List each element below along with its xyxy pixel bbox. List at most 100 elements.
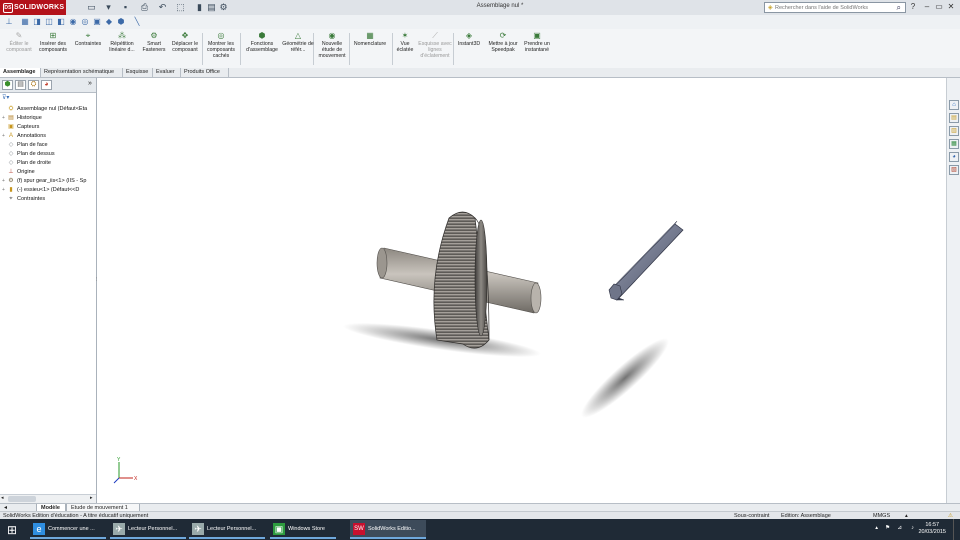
command-3-button[interactable]: ⁂ Répétition linéaire d... <box>105 31 139 53</box>
perspective-icon[interactable]: ⬢ <box>116 17 126 27</box>
help-search-input[interactable] <box>765 3 893 12</box>
options-icon[interactable]: ⚙ <box>218 2 229 13</box>
origin-axis-icon[interactable]: ⊥ <box>4 17 14 27</box>
design-library-icon[interactable]: ▤ <box>949 113 959 123</box>
command-2-button[interactable]: ⌖ Contraintes <box>73 31 103 47</box>
app-icon: ✈ <box>113 523 125 535</box>
file-explorer-icon[interactable]: ▥ <box>949 126 959 136</box>
tab-2[interactable]: Esquisse <box>123 68 153 77</box>
help-search-box[interactable]: ◈ ⌕ <box>764 2 906 13</box>
taskbar-app-3[interactable]: ▣ Windows Store <box>270 520 336 539</box>
custom-properties-icon[interactable]: ▧ <box>949 165 959 175</box>
filter-icon[interactable]: ⊽▾ <box>2 94 9 101</box>
solidworks-logo[interactable]: DS SOLIDWORKS <box>0 0 66 15</box>
minimize-button[interactable]: – <box>922 2 932 12</box>
tree-item[interactable]: ◇ Plan de droite <box>2 159 51 167</box>
command-4-button[interactable]: ⚙ Smart Fasteners <box>141 31 167 53</box>
property-manager-tab-icon[interactable]: ▤ <box>15 80 26 90</box>
configuration-manager-tab-icon[interactable]: ⛭ <box>28 80 39 90</box>
display-icon[interactable]: ◫ <box>44 17 54 27</box>
flag-icon[interactable]: ⚑ <box>885 525 890 531</box>
tree-item[interactable]: + ⚙ (f) spur gear_iis<1> (IIS - Sp <box>2 177 86 185</box>
section-icon[interactable]: ◨ <box>32 17 42 27</box>
clock[interactable]: 16:57 20/03/2015 <box>918 522 946 536</box>
command-icon: ▦ <box>366 31 374 40</box>
wireframe-icon[interactable]: ▣ <box>92 17 102 27</box>
tree-item-label: Annotations <box>17 133 47 139</box>
command-12-button[interactable]: ⟋ Esquisse avec lignes d'éclatement <box>418 31 452 59</box>
tab-scroll-left-icon[interactable]: ◂ <box>4 504 7 511</box>
tab-3[interactable]: Evaluer <box>153 68 181 77</box>
tree-item[interactable]: ◇ Plan de dessus <box>2 150 55 158</box>
command-11-button[interactable]: ✶ Vue éclatée <box>394 31 416 53</box>
scrollbar-thumb[interactable] <box>8 496 36 502</box>
command-5-button[interactable]: ✥ Déplacer le composant <box>170 31 200 53</box>
command-15-button[interactable]: ▣ Prendre un instantané <box>522 31 552 53</box>
command-1-button[interactable]: ⊞ Insérer des composants <box>36 31 70 53</box>
edit-appearance-icon[interactable]: ◉ <box>68 17 78 27</box>
close-button[interactable]: ✕ <box>946 2 956 12</box>
rebuild-icon[interactable]: ▮ <box>194 2 205 13</box>
file-props-icon[interactable]: ▤ <box>206 2 217 13</box>
tree-item[interactable]: + ▤ Historique <box>2 114 42 122</box>
expand-panel-icon[interactable]: » <box>88 80 92 87</box>
command-10-button[interactable]: ▦ Nomenclature <box>351 31 389 47</box>
tray-expand-icon[interactable]: ▴ <box>875 525 878 531</box>
open-icon[interactable]: ▾ <box>103 2 114 13</box>
tree-item[interactable]: + A Annotations <box>2 132 46 140</box>
network-icon[interactable]: ⊿ <box>897 525 902 531</box>
maximize-button[interactable]: ▭ <box>934 2 944 12</box>
show-desktop-button[interactable] <box>953 519 958 540</box>
appearances-icon[interactable]: ◕ <box>949 152 959 162</box>
undo-icon[interactable]: ↶ <box>157 2 168 13</box>
hex-axle[interactable] <box>608 220 684 301</box>
viewport-window-controls[interactable]: ⊟ ⊞ ▭ ✕ <box>897 78 927 79</box>
tree-item[interactable]: + ▮ (-) essieu<1> (Défaut<<D <box>2 186 79 194</box>
app-label: Windows Store <box>288 526 325 532</box>
tab-0[interactable]: Assemblage <box>0 68 41 77</box>
taskbar-app-1[interactable]: ✈ Lecteur Personnel... <box>110 520 186 539</box>
volume-icon[interactable]: ♪ <box>911 525 914 531</box>
tree-item[interactable]: ⌖ Contraintes <box>2 195 45 203</box>
ds-logo-icon: DS <box>3 3 13 13</box>
windows-start-icon[interactable]: ⊞ <box>5 523 19 537</box>
view-icon[interactable]: ▦ <box>20 17 30 27</box>
command-13-button[interactable]: ◈ Instant3D <box>455 31 483 47</box>
display-manager-tab-icon[interactable]: ◕ <box>41 80 52 90</box>
command-7-button[interactable]: ⬢ Fonctions d'assemblage <box>244 31 280 53</box>
command-label: Contraintes <box>74 41 102 47</box>
help-icon[interactable]: ? <box>908 2 918 12</box>
scroll-left-icon[interactable]: ◂ <box>1 495 4 501</box>
taskbar-app-2[interactable]: ✈ Lecteur Personnel... <box>189 520 265 539</box>
select-icon[interactable]: ⬚ <box>175 2 186 13</box>
scene-icon[interactable]: ◎ <box>80 17 90 27</box>
tab-1[interactable]: Représentation schématique <box>41 68 123 77</box>
tree-node-icon: ⌖ <box>9 196 13 202</box>
command-9-button[interactable]: ◉ Nouvelle étude de mouvement <box>316 31 348 59</box>
view-palette-icon[interactable]: ▦ <box>949 139 959 149</box>
shaded-icon[interactable]: ◆ <box>104 17 114 27</box>
taskbar-app-4[interactable]: SW SolidWorks Editio... <box>350 520 426 539</box>
tree-item[interactable]: ⛭ Assemblage nul (Défaut<Eta <box>2 105 88 113</box>
command-manager: ✎ Éditer le composant ⊞ Insérer des composa… <box>0 29 960 69</box>
command-14-button[interactable]: ⟳ Mettre à jour Speedpak <box>488 31 518 53</box>
new-doc-icon[interactable]: ▭ <box>86 2 97 13</box>
tree-item[interactable]: ⊥ Origine <box>2 168 34 176</box>
tree-item[interactable]: ◇ Plan de face <box>2 141 48 149</box>
line-tool-icon[interactable]: ╲ <box>132 17 142 27</box>
tree-item[interactable]: ▣ Capteurs <box>2 123 39 131</box>
feature-manager-tab-icon[interactable]: ⬢ <box>2 80 13 90</box>
taskbar-app-0[interactable]: e Commencer une ... <box>30 520 106 539</box>
graphics-viewport[interactable]: ⌕⌕⊠▣◧▾⬚▾⊘▾◉▾◕▾▤▾ <box>97 78 946 503</box>
tab-4[interactable]: Produits Office <box>181 68 229 77</box>
save-icon[interactable]: ▪ <box>120 2 131 13</box>
solidworks-resources-icon[interactable]: ⌂ <box>949 100 959 110</box>
command-0-button[interactable]: ✎ Éditer le composant <box>3 31 35 53</box>
command-8-button[interactable]: △ Géométrie de référ... <box>282 31 314 53</box>
search-icon[interactable]: ⌕ <box>897 3 901 12</box>
hide-icon[interactable]: ◧ <box>56 17 66 27</box>
command-6-button[interactable]: ◎ Montrer les composants cachés <box>203 31 239 59</box>
scroll-right-icon[interactable]: ▸ <box>90 495 93 501</box>
model-canvas[interactable] <box>97 78 946 503</box>
print-icon[interactable]: ⎙ <box>139 2 150 13</box>
